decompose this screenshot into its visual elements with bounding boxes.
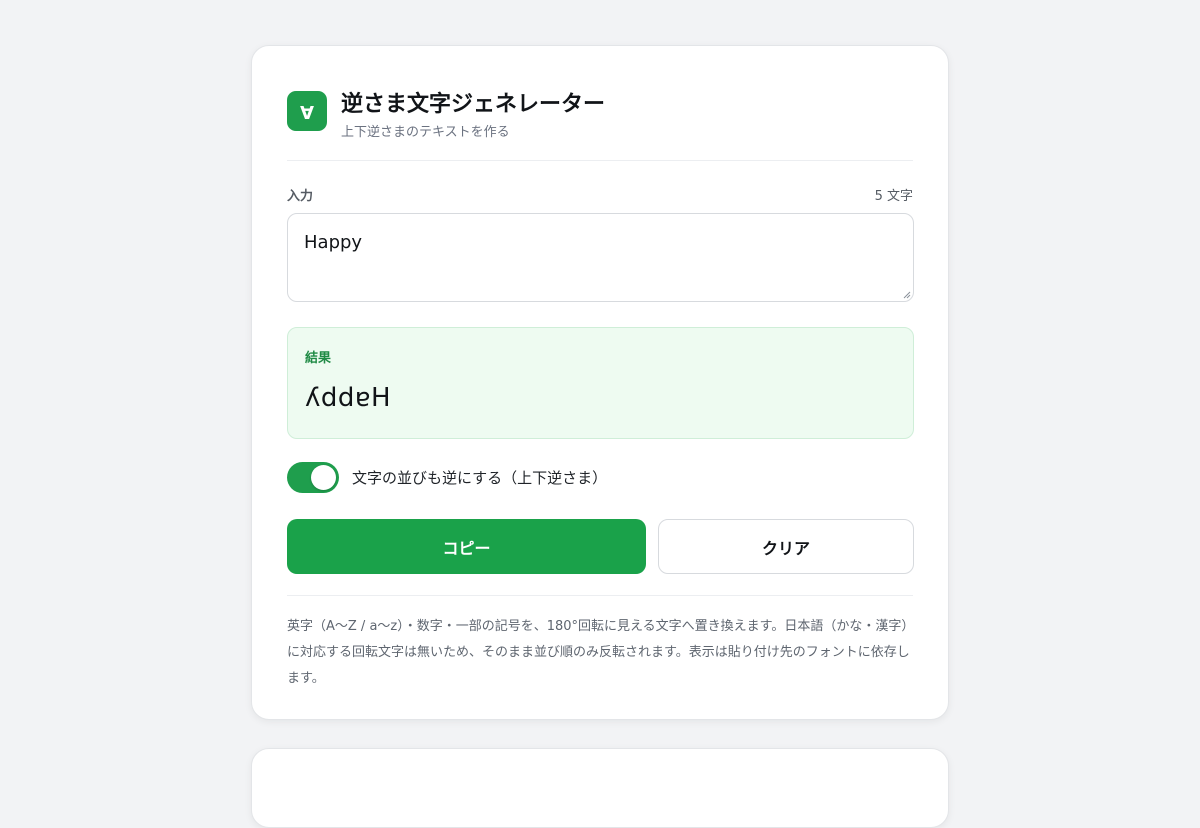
toggle-label[interactable]: 文字の並びも逆にする（上下逆さま） (352, 467, 607, 488)
input-label: 入力 (287, 189, 314, 204)
page-subtitle: 上下逆さまのテキストを作る (341, 125, 510, 140)
card-header: A 逆さま文字ジェネレーター 上下逆さまのテキストを作る (287, 88, 913, 161)
clear-button[interactable]: クリア (658, 519, 914, 574)
text-input[interactable]: Happy (287, 213, 914, 302)
secondary-card (251, 748, 949, 828)
result-text: ʎddɐH (305, 383, 392, 413)
copy-button[interactable]: コピー (287, 519, 646, 574)
generator-card: A 逆さま文字ジェネレーター 上下逆さまのテキストを作る 入力 5 文字 Hap… (251, 45, 949, 720)
text-input-value: Happy (304, 232, 363, 253)
resize-grip-icon[interactable] (903, 291, 911, 299)
char-count: 5 文字 (874, 189, 913, 204)
reverse-order-toggle-row: 文字の並びも逆にする（上下逆さま） (287, 462, 607, 493)
result-label: 結果 (305, 351, 332, 366)
toggle-knob (311, 465, 336, 490)
result-box: 結果 ʎddɐH (287, 327, 914, 439)
divider (287, 595, 913, 596)
app-logo-icon: A (287, 91, 327, 131)
reverse-order-toggle[interactable] (287, 462, 339, 493)
help-note: 英字（A〜Z / a〜z）・数字・一部の記号を、180°回転に見える文字へ置き換… (287, 619, 915, 686)
page-title: 逆さま文字ジェネレーター (341, 92, 606, 117)
